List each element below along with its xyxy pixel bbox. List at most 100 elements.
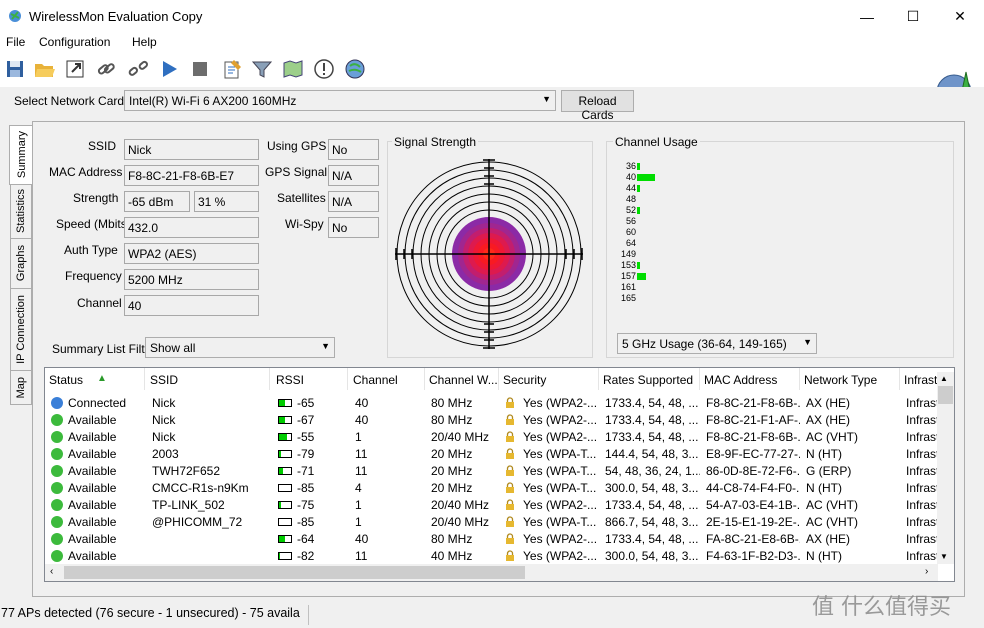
map-icon[interactable] xyxy=(282,58,304,80)
horizontal-scroll-thumb[interactable] xyxy=(64,566,525,579)
table-row[interactable]: Available TP-LINK_502 -75 1 20/40 MHz Yes (WP… xyxy=(45,496,943,513)
cell-width: 40 MHz xyxy=(431,547,499,564)
cell-text: Available xyxy=(68,413,117,427)
filter-select[interactable]: Show all ▼ xyxy=(145,337,335,358)
cell-rates: 1733.4, 54, 48, ... xyxy=(605,411,700,428)
table-row[interactable]: Connected Nick -65 40 80 MHz Yes (WPA2-... 173… xyxy=(45,394,943,411)
filter-icon[interactable] xyxy=(251,58,273,80)
network-card-select[interactable]: Intel(R) Wi-Fi 6 AX200 160MHz ▼ xyxy=(124,90,556,111)
cell-text: 40 MHz xyxy=(431,549,473,563)
table-row[interactable]: Available TWH72F652 -71 11 20 MHz Yes (WPA-T.… xyxy=(45,462,943,479)
open-icon[interactable] xyxy=(33,58,55,80)
vertical-scroll-thumb[interactable] xyxy=(938,386,953,404)
tab-summary[interactable]: Summary xyxy=(9,125,34,185)
tab-ip-connection[interactable]: IP Connection xyxy=(10,288,32,371)
scroll-down-icon[interactable]: ▼ xyxy=(940,552,948,561)
cell-text: AC (VHT) xyxy=(806,515,858,529)
close-button[interactable]: ✕ xyxy=(937,0,983,33)
vertical-scrollbar[interactable]: ▲ ▼ xyxy=(937,372,954,564)
tab-map[interactable]: Map xyxy=(10,370,32,405)
table-row[interactable]: Available Nick -55 1 20/40 MHz Yes (WPA2-... 1… xyxy=(45,428,943,445)
cell-mac: FA-8C-21-E8-6B-... xyxy=(706,530,800,547)
table-row[interactable]: Available -64 40 80 MHz Yes (WPA2-... 1733.4,… xyxy=(45,530,943,547)
column-header-rssi[interactable]: RSSI xyxy=(272,368,348,390)
table-row[interactable]: Available 2003 -79 11 20 MHz Yes (WPA-T... 144… xyxy=(45,445,943,462)
table-row[interactable]: Available Nick -67 40 80 MHz Yes (WPA2-... 173… xyxy=(45,411,943,428)
filter-select-value: Show all xyxy=(150,341,196,355)
cell-text: 1733.4, 54, 48, ... xyxy=(605,413,699,427)
cell-rssi: -85 xyxy=(278,513,348,530)
minimize-button[interactable]: — xyxy=(844,0,890,33)
column-header-mac[interactable]: MAC Address xyxy=(700,368,800,390)
cell-security: Yes (WPA2-... xyxy=(505,411,599,428)
column-header-label: Channel W... xyxy=(429,373,498,387)
column-header-type[interactable]: Network Type xyxy=(800,368,900,390)
cell-rssi: -85 xyxy=(278,479,348,496)
gps-field: No xyxy=(328,139,379,160)
tab-statistics[interactable]: Statistics xyxy=(10,184,32,239)
cell-text: AX (HE) xyxy=(806,532,851,546)
available-status-icon xyxy=(51,482,63,494)
cell-rssi: -67 xyxy=(278,411,348,428)
maximize-button[interactable]: ☐ xyxy=(890,0,936,33)
connect-icon[interactable] xyxy=(95,58,117,80)
channel-usage-bar-153 xyxy=(637,262,640,269)
scroll-left-icon[interactable]: ‹ xyxy=(50,566,53,577)
disconnect-icon[interactable] xyxy=(127,58,149,80)
save-icon[interactable] xyxy=(4,58,26,80)
column-header-label: Rates Supported xyxy=(603,373,694,387)
table-row[interactable]: Available CMCC-R1s-n9Km -85 4 20 MHz Yes (WPA… xyxy=(45,479,943,496)
cell-status: Connected xyxy=(51,394,145,411)
cell-text: 1 xyxy=(355,430,362,444)
menu-file[interactable]: File xyxy=(6,35,25,49)
menu-help[interactable]: Help xyxy=(132,35,157,49)
cell-channel: 1 xyxy=(355,513,425,530)
cell-width: 20/40 MHz xyxy=(431,513,499,530)
table-row[interactable]: Available @PHICOMM_72 -85 1 20/40 MHz Yes (WP… xyxy=(45,513,943,530)
cell-text: Available xyxy=(68,430,117,444)
column-header-rates[interactable]: Rates Supported xyxy=(599,368,700,390)
column-header-status[interactable]: Status ▲ xyxy=(45,368,145,390)
help-icon[interactable] xyxy=(313,58,335,80)
column-header-channel[interactable]: Channel xyxy=(349,368,425,390)
cell-status: Available xyxy=(51,462,145,479)
lock-icon xyxy=(505,499,515,510)
cell-text: 1733.4, 54, 48, ... xyxy=(605,430,699,444)
cell-text: Nick xyxy=(152,413,176,427)
column-header-ssid[interactable]: SSID xyxy=(146,368,270,390)
export-icon[interactable] xyxy=(64,58,86,80)
cell-text: AC (VHT) xyxy=(806,430,858,444)
channel-usage-bar-52 xyxy=(637,207,640,214)
column-header-width[interactable]: Channel W... xyxy=(425,368,499,390)
gps-label: Using GPS xyxy=(267,139,327,153)
cell-text: TP-LINK_502 xyxy=(152,498,225,512)
cell-channel: 1 xyxy=(355,496,425,513)
cell-width: 80 MHz xyxy=(431,411,499,428)
cell-rates: 1733.4, 54, 48, ... xyxy=(605,530,700,547)
reload-cards-button[interactable]: Reload Cards xyxy=(561,90,634,122)
stop-icon[interactable] xyxy=(189,58,211,80)
about-icon[interactable] xyxy=(344,58,366,80)
cell-text: Available xyxy=(68,532,117,546)
cell-text: -75 xyxy=(297,498,315,512)
tab-strip: Summary Statistics Graphs IP Connection … xyxy=(9,121,34,606)
signal-bar-icon xyxy=(278,467,292,475)
cell-security: Yes (WPA2-... xyxy=(505,547,599,564)
tab-graphs[interactable]: Graphs xyxy=(10,238,32,289)
cell-text: Yes (WPA2-... xyxy=(523,430,598,444)
speed-label: Speed (Mbits) xyxy=(56,217,131,231)
cell-type: AC (VHT) xyxy=(806,513,900,530)
cell-text: Available xyxy=(68,549,117,563)
table-row[interactable]: Available -82 11 40 MHz Yes (WPA2-... 300.0, … xyxy=(45,547,943,564)
menu-configuration[interactable]: Configuration xyxy=(39,35,110,49)
channel-label-48: 48 xyxy=(625,194,636,204)
play-icon[interactable] xyxy=(158,58,180,80)
column-header-security[interactable]: Security xyxy=(499,368,599,390)
horizontal-scrollbar[interactable]: ‹ › xyxy=(45,564,938,581)
scroll-up-icon[interactable]: ▲ xyxy=(940,374,948,383)
ap-list-table[interactable]: Status ▲ SSID RSSI Channel Channel W... Securi… xyxy=(44,367,955,582)
channel-usage-select[interactable]: 5 GHz Usage (36-64, 149-165) ▼ xyxy=(617,333,817,354)
column-header-label: Network Type xyxy=(804,373,878,387)
scroll-right-icon[interactable]: › xyxy=(925,566,928,577)
notes-icon[interactable] xyxy=(221,58,243,80)
